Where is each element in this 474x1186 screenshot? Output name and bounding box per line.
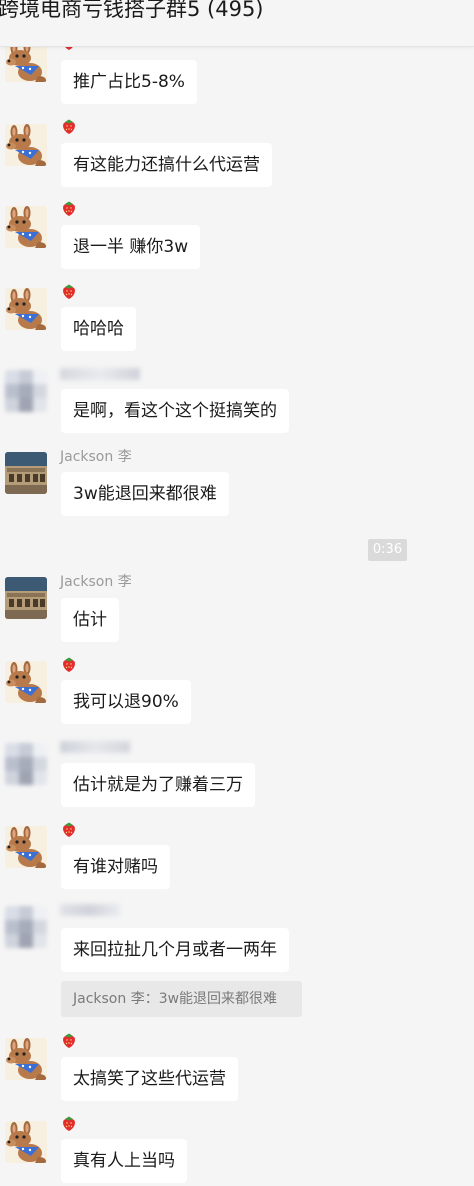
kangaroo-icon — [5, 1121, 47, 1163]
blurred-avatar[interactable] — [5, 370, 47, 412]
message-bubble[interactable]: 3w能退回来都很难 — [61, 472, 229, 516]
blurred-nickname — [60, 741, 130, 753]
strawberry-icon — [60, 282, 78, 300]
kangaroo-icon — [5, 206, 47, 248]
message-bubble[interactable]: 估计就是为了赚着三万 — [61, 763, 255, 807]
blurred-nickname — [60, 368, 140, 380]
blurred-avatar[interactable] — [5, 743, 47, 785]
message-bubble[interactable]: 哈哈哈 — [61, 307, 136, 351]
strawberry-icon — [60, 1114, 78, 1132]
message-bubble[interactable]: 有谁对赌吗 — [61, 845, 170, 889]
message-bubble[interactable]: 退一半 赚你3w — [61, 225, 201, 269]
strawberry-icon — [60, 655, 78, 673]
nickname: Jackson 李 — [60, 574, 132, 590]
blurred-nickname — [60, 904, 120, 916]
time-divider: 0:36 — [368, 539, 407, 561]
nickname: Jackson 李 — [60, 449, 132, 465]
message-bubble[interactable]: 真有人上当吗 — [61, 1139, 187, 1183]
avatar[interactable] — [5, 826, 47, 868]
strawberry-icon — [60, 1031, 78, 1049]
chat-title: 跨境电商亏钱搭子群5 (495) — [0, 0, 264, 21]
avatar[interactable] — [5, 661, 47, 703]
message-bubble[interactable]: 有这能力还搞什么代运营 — [61, 143, 272, 187]
strawberry-icon — [60, 820, 78, 838]
avatar[interactable] — [5, 577, 47, 619]
strawberry-icon — [60, 199, 78, 217]
kangaroo-icon — [5, 661, 47, 703]
message-bubble[interactable]: 来回拉扯几个月或者一两年 — [61, 928, 289, 972]
avatar[interactable] — [5, 1038, 47, 1080]
chat-header: 跨境电商亏钱搭子群5 (495) — [0, 0, 474, 47]
avatar[interactable] — [5, 288, 47, 330]
message-bubble[interactable]: 推广占比5-8% — [61, 60, 197, 104]
kangaroo-icon — [5, 1038, 47, 1080]
strawberry-icon — [60, 117, 78, 135]
avatar[interactable] — [5, 124, 47, 166]
quoted-message[interactable]: Jackson 李：3w能退回来都很难 — [61, 981, 302, 1017]
kangaroo-icon — [5, 826, 47, 868]
avatar[interactable] — [5, 1121, 47, 1163]
colosseum-icon — [5, 577, 47, 619]
message-bubble[interactable]: 估计 — [61, 598, 119, 642]
avatar[interactable] — [5, 206, 47, 248]
kangaroo-icon — [5, 288, 47, 330]
message-bubble[interactable]: 太搞笑了这些代运营 — [61, 1057, 238, 1101]
avatar[interactable] — [5, 452, 47, 494]
kangaroo-icon — [5, 124, 47, 166]
message-bubble[interactable]: 是啊，看这个这个挺搞笑的 — [61, 389, 289, 433]
blurred-avatar[interactable] — [5, 906, 47, 948]
colosseum-icon — [5, 452, 47, 494]
message-bubble[interactable]: 我可以退90% — [61, 680, 191, 724]
